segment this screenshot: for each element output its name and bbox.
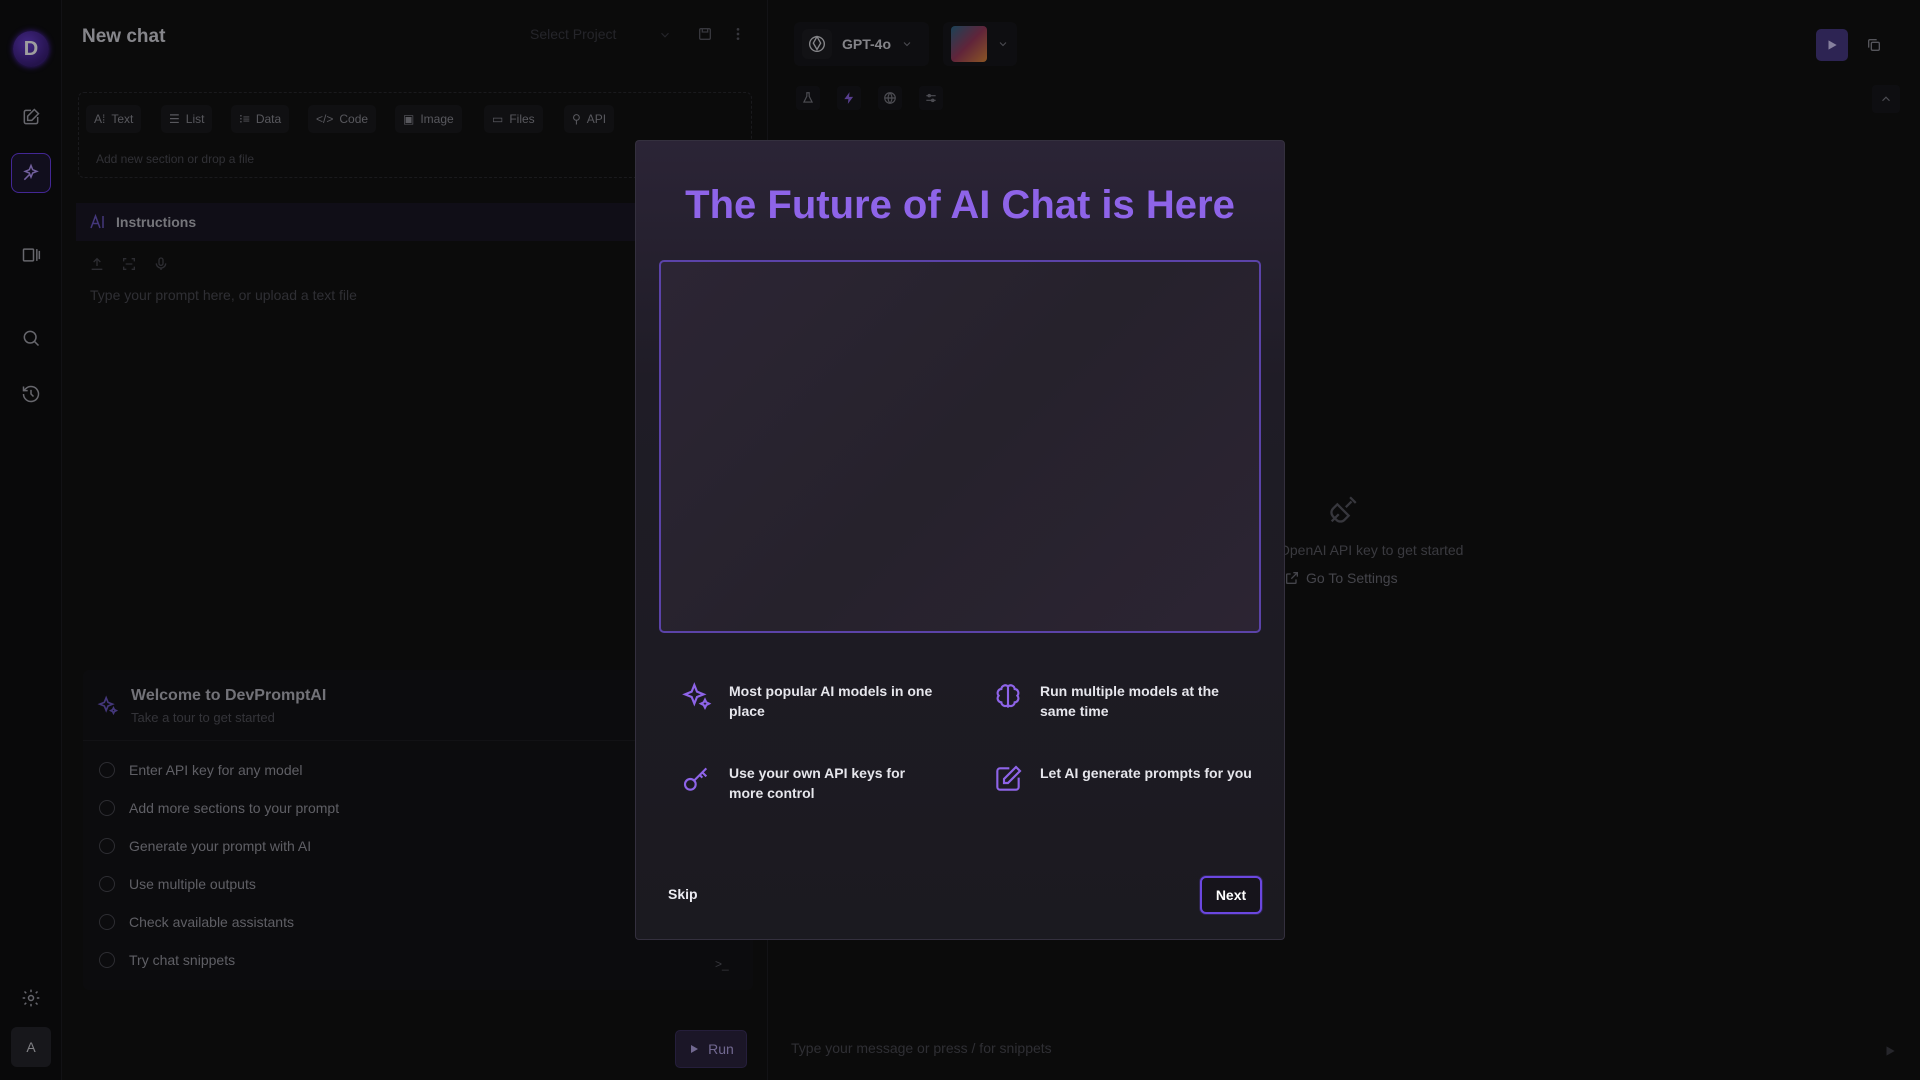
skip-button[interactable]: Skip xyxy=(668,886,698,902)
next-button[interactable]: Next xyxy=(1200,876,1262,914)
feature-item: Most popular AI models in one place xyxy=(681,681,941,721)
sparkles-icon xyxy=(682,682,712,711)
feature-item: Let AI generate prompts for you xyxy=(992,763,1252,795)
edit-document-icon xyxy=(996,765,1022,791)
key-icon xyxy=(683,767,708,791)
brain-icon xyxy=(996,684,1020,708)
intro-video-frame[interactable] xyxy=(659,260,1261,633)
feature-item: Run multiple models at the same time xyxy=(992,681,1252,721)
modal-title: The Future of AI Chat is Here xyxy=(685,183,1235,227)
feature-item: Use your own API keys for more control xyxy=(681,763,941,803)
onboarding-modal: The Future of AI Chat is Here Most popul… xyxy=(635,140,1285,940)
